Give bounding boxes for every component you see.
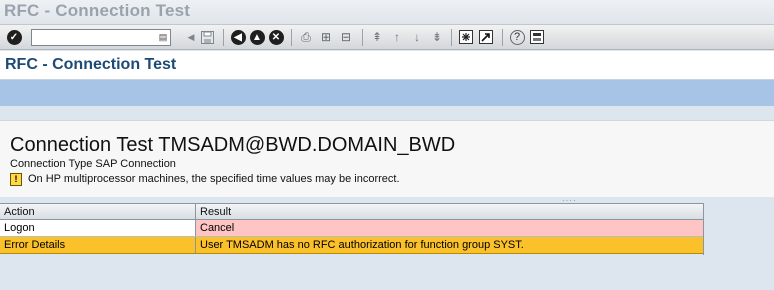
application-toolbar — [0, 80, 774, 106]
toolbar-separator — [362, 29, 363, 46]
warning-icon: ! — [10, 172, 22, 186]
back-icon[interactable]: ◀ — [183, 29, 199, 45]
warning-text: On HP multiprocessor machines, the speci… — [28, 173, 400, 185]
save-icon[interactable] — [199, 29, 215, 45]
last-page-icon[interactable]: ⇟ — [429, 29, 445, 45]
window-titlebar: RFC - Connection Test — [0, 0, 774, 24]
warning-message: ! On HP multiprocessor machines, the spe… — [10, 172, 400, 186]
find-next-icon[interactable]: ⊟ — [338, 29, 354, 45]
command-history-icon[interactable]: ▤ — [157, 31, 169, 44]
find-icon[interactable]: ⊞ — [318, 29, 334, 45]
next-page-icon[interactable]: ↓ — [409, 29, 425, 45]
command-field[interactable]: ▤ — [31, 29, 171, 46]
first-page-icon[interactable]: ⇞ — [369, 29, 385, 45]
page-heading: Connection Test TMSADM@BWD.DOMAIN_BWD — [10, 134, 456, 156]
window-title: RFC - Connection Test — [4, 1, 191, 20]
table-border — [703, 203, 704, 255]
prev-page-icon[interactable]: ↑ — [389, 29, 405, 45]
standard-toolbar: ✓ ▤ ◀ ◀ ▲ ✕ ⎙ ⊞ ⊟ ⇞ ↑ ↓ ⇟ ? — [0, 24, 774, 50]
cancel-icon[interactable]: ✕ — [268, 29, 284, 45]
shortcut-icon[interactable] — [478, 29, 494, 45]
table-row[interactable]: Error Details User TMSADM has no RFC aut… — [0, 237, 703, 254]
enter-icon[interactable]: ✓ — [6, 29, 22, 45]
application-title: RFC - Connection Test — [5, 56, 177, 73]
table-header-row: Action Result — [0, 203, 703, 220]
application-title-bar: RFC - Connection Test — [0, 51, 774, 80]
column-header-result[interactable]: Result — [196, 204, 703, 219]
cell-action[interactable]: Logon — [0, 220, 196, 236]
layout-icon[interactable] — [529, 29, 545, 45]
spacer — [0, 106, 774, 120]
results-table: Action Result Logon Cancel Error Details… — [0, 203, 703, 254]
cell-result[interactable]: User TMSADM has no RFC authorization for… — [196, 237, 703, 253]
toolbar-separator — [223, 29, 224, 46]
back-nav-icon[interactable]: ◀ — [230, 29, 246, 45]
result-header-panel: Connection Test TMSADM@BWD.DOMAIN_BWD Co… — [0, 120, 774, 198]
connection-type-text: Connection Type SAP Connection — [10, 158, 176, 170]
column-header-action[interactable]: Action — [0, 204, 196, 219]
toolbar-separator — [451, 29, 452, 46]
toolbar-separator — [291, 29, 292, 46]
toolbar-separator — [502, 29, 503, 46]
help-icon[interactable]: ? — [509, 29, 525, 45]
cell-action[interactable]: Error Details — [0, 237, 196, 253]
new-session-icon[interactable] — [458, 29, 474, 45]
print-icon[interactable]: ⎙ — [298, 29, 314, 45]
table-row[interactable]: Logon Cancel — [0, 220, 703, 237]
cell-result[interactable]: Cancel — [196, 220, 703, 236]
exit-icon[interactable]: ▲ — [249, 29, 265, 45]
